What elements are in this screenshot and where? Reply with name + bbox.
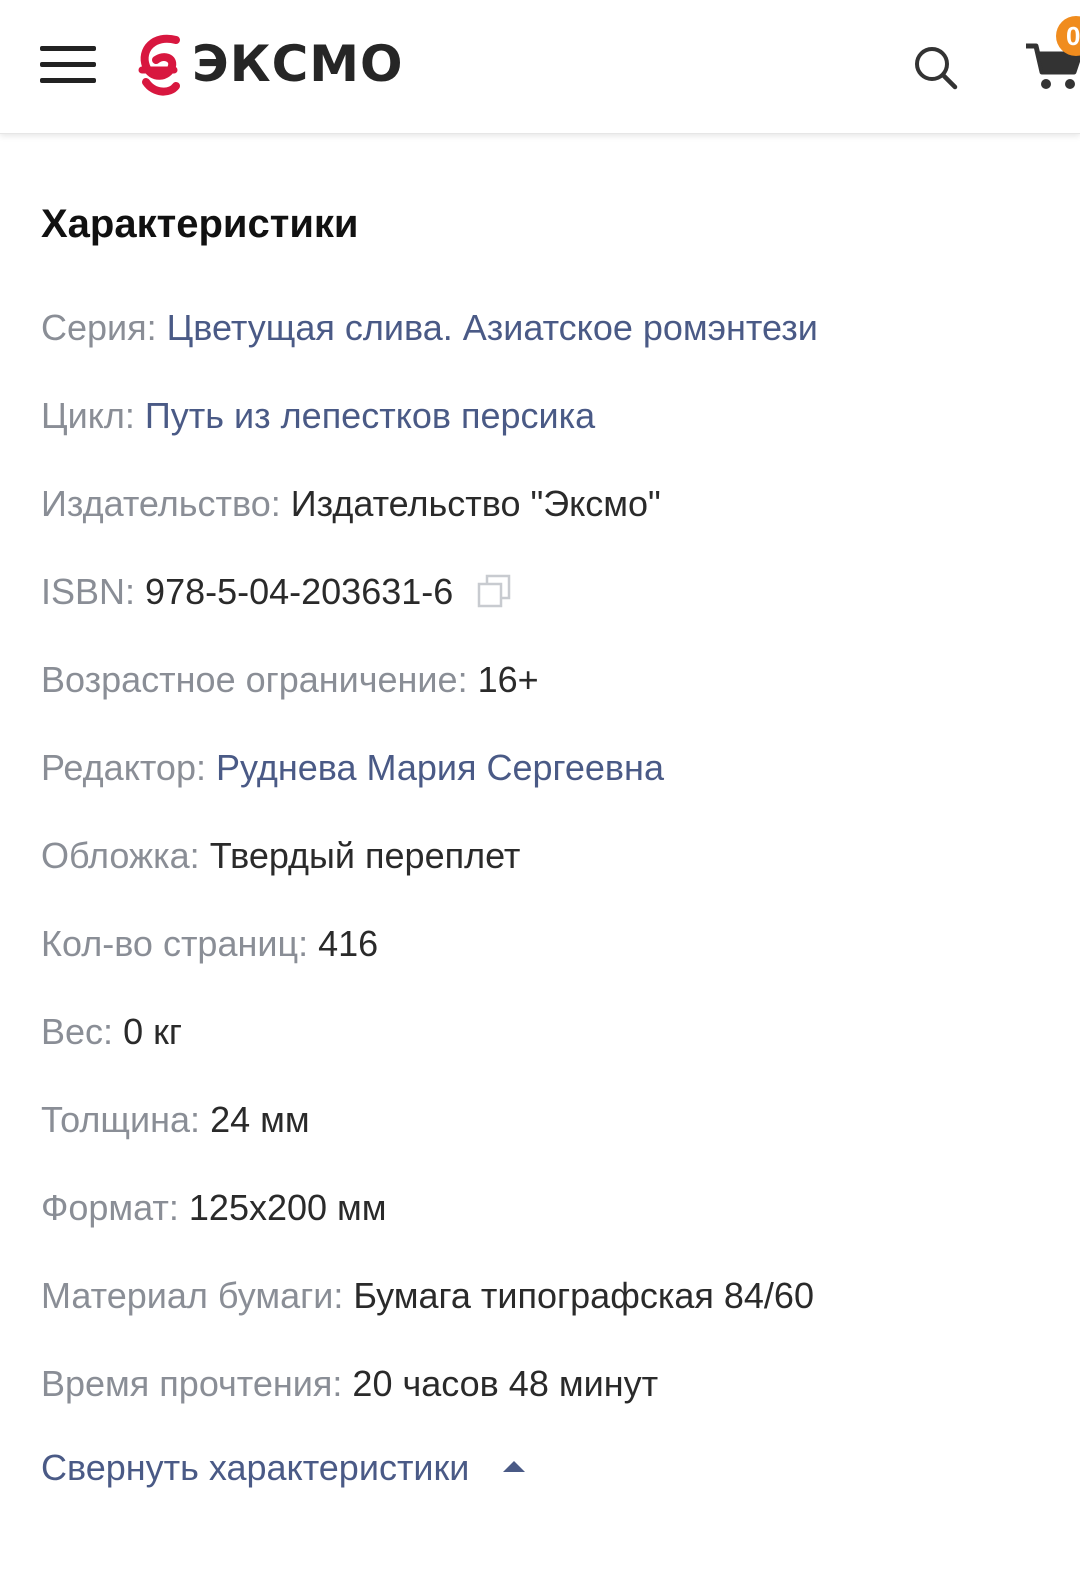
spec-value: Издательство "Эксмо" bbox=[290, 483, 661, 524]
logo-text: ЭКСМО bbox=[192, 35, 404, 93]
spec-value: 16+ bbox=[477, 659, 539, 700]
spec-label: Материал бумаги: bbox=[41, 1275, 344, 1316]
spec-row-series: Серия: Цветущая слива. Азиатское ромэнте… bbox=[41, 300, 1041, 388]
logo[interactable]: ЭКСМО bbox=[136, 28, 404, 100]
spec-value: 0 кг bbox=[123, 1011, 182, 1052]
characteristics-title: Характеристики bbox=[41, 202, 359, 246]
characteristics-list: Серия: Цветущая слива. Азиатское ромэнте… bbox=[41, 300, 1041, 1444]
series-link[interactable]: Цветущая слива. Азиатское ромэнтези bbox=[167, 307, 818, 348]
editor-link[interactable]: Руднева Мария Сергеевна bbox=[216, 747, 664, 788]
spec-label: ISBN: bbox=[41, 571, 136, 612]
spec-row-cover: Обложка: Твердый переплет bbox=[41, 828, 1041, 916]
isbn-value: 978-5-04-203631-6 bbox=[145, 571, 454, 612]
spec-row-paper: Материал бумаги: Бумага типографская 84/… bbox=[41, 1268, 1041, 1356]
spec-row-weight: Вес: 0 кг bbox=[41, 1004, 1041, 1092]
spec-label: Формат: bbox=[41, 1187, 179, 1228]
menu-icon-bar bbox=[40, 46, 96, 51]
menu-icon-bar bbox=[40, 62, 96, 67]
spec-value: 125x200 мм bbox=[188, 1187, 387, 1228]
spec-label: Обложка: bbox=[41, 835, 200, 876]
spec-label: Толщина: bbox=[41, 1099, 201, 1140]
copy-icon[interactable] bbox=[477, 574, 511, 608]
menu-icon-bar bbox=[40, 78, 96, 83]
spec-value: Твердый переплет bbox=[209, 835, 521, 876]
spec-label: Серия: bbox=[41, 307, 157, 348]
caret-up-icon bbox=[503, 1460, 526, 1472]
collapse-characteristics-button[interactable]: Свернуть характеристики bbox=[41, 1440, 526, 1496]
spec-value: Бумага типографская 84/60 bbox=[353, 1275, 814, 1316]
spec-row-thickness: Толщина: 24 мм bbox=[41, 1092, 1041, 1180]
spec-row-format: Формат: 125x200 мм bbox=[41, 1180, 1041, 1268]
spec-label: Возрастное ограничение: bbox=[41, 659, 468, 700]
spec-row-reading-time: Время прочтения: 20 часов 48 минут bbox=[41, 1356, 1041, 1444]
spec-label: Кол-во страниц: bbox=[41, 923, 309, 964]
search-button[interactable] bbox=[912, 44, 960, 92]
spec-value: 416 bbox=[318, 923, 379, 964]
cycle-link[interactable]: Путь из лепестков персика bbox=[145, 395, 595, 436]
spec-label: Цикл: bbox=[41, 395, 135, 436]
spec-row-pages: Кол-во страниц: 416 bbox=[41, 916, 1041, 1004]
collapse-label: Свернуть характеристики bbox=[41, 1447, 470, 1488]
logo-emblem-icon bbox=[138, 34, 180, 96]
spec-value: 20 часов 48 минут bbox=[352, 1363, 659, 1404]
spec-row-editor: Редактор: Руднева Мария Сергеевна bbox=[41, 740, 1041, 828]
spec-label: Редактор: bbox=[41, 747, 206, 788]
spec-row-isbn: ISBN: 978-5-04-203631-6 bbox=[41, 564, 1041, 652]
menu-button[interactable] bbox=[40, 44, 96, 84]
search-icon bbox=[915, 47, 958, 90]
spec-row-cycle: Цикл: Путь из лепестков персика bbox=[41, 388, 1041, 476]
spec-label: Вес: bbox=[41, 1011, 114, 1052]
spec-value: 24 мм bbox=[210, 1099, 310, 1140]
spec-row-age: Возрастное ограничение: 16+ bbox=[41, 652, 1041, 740]
spec-label: Время прочтения: bbox=[41, 1363, 343, 1404]
spec-row-publisher: Издательство: Издательство "Эксмо" bbox=[41, 476, 1041, 564]
site-header: ЭКСМО 0 bbox=[0, 0, 1080, 134]
spec-label: Издательство: bbox=[41, 483, 281, 524]
